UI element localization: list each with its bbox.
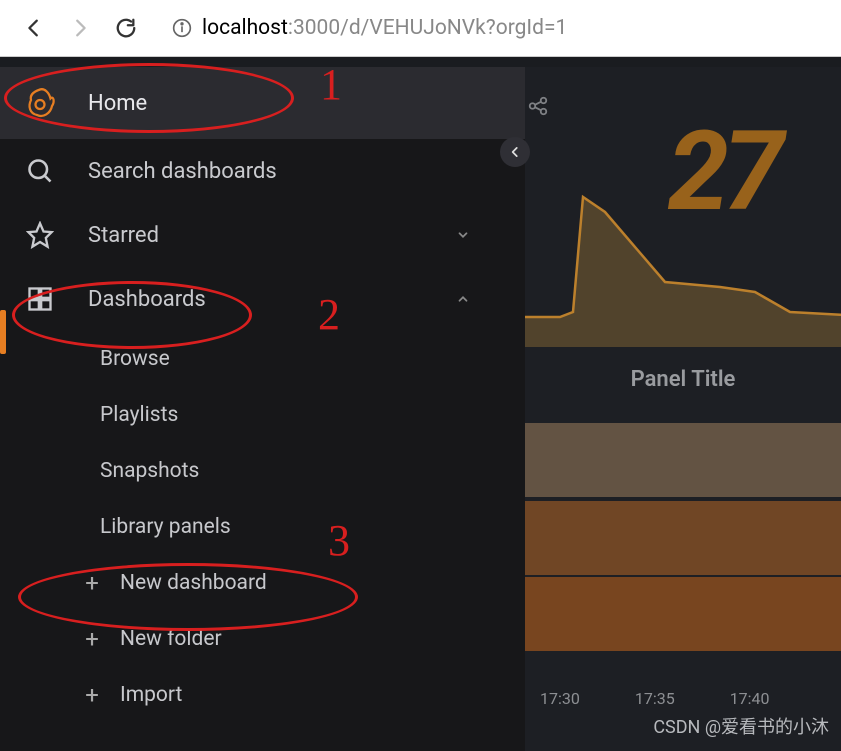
time-axis: 17:30 17:35 17:40 [525, 689, 841, 708]
share-icon[interactable] [527, 95, 549, 117]
url-text: localhost:3000/d/VEHUJoNVk?orgId=1 [202, 16, 567, 40]
sidebar-item-label: Dashboards [88, 287, 206, 312]
dashboards-icon [22, 285, 58, 313]
sidebar-item-label: Search dashboards [88, 159, 277, 184]
sidebar-item-label: Starred [88, 223, 159, 248]
chevron-down-icon [456, 228, 470, 242]
browser-toolbar: localhost:3000/d/VEHUJoNVk?orgId=1 [0, 0, 841, 57]
star-icon [22, 221, 58, 249]
sidebar-subitem-library-panels[interactable]: Library panels [0, 499, 525, 555]
watermark: CSDN @爱看书的小沐 [653, 713, 829, 739]
reload-button[interactable] [112, 14, 140, 42]
sidebar-item-label: New dashboard [120, 571, 267, 595]
sparkline-chart [525, 172, 841, 347]
workspace: 27 Panel Title 17:30 17:35 17:40 [0, 57, 841, 751]
sidebar-item-label: Browse [100, 347, 170, 371]
sidebar-item-starred[interactable]: Starred [0, 203, 525, 267]
heat-row-1 [525, 423, 841, 497]
sidebar-subitem-browse[interactable]: Browse [0, 331, 525, 387]
sidebar-item-home[interactable]: Home [0, 67, 525, 139]
time-tick: 17:35 [635, 689, 675, 708]
sidebar-item-label: Snapshots [100, 459, 199, 483]
heat-row-3 [525, 577, 841, 651]
sidebar-subitem-new-dashboard[interactable]: + New dashboard [0, 555, 525, 611]
search-icon [22, 157, 58, 185]
url-bar[interactable]: localhost:3000/d/VEHUJoNVk?orgId=1 [158, 10, 821, 46]
forward-button[interactable] [66, 14, 94, 42]
chevron-up-icon [456, 292, 470, 306]
back-button[interactable] [20, 14, 48, 42]
sidebar-subitem-new-folder[interactable]: + New folder [0, 611, 525, 667]
plus-icon: + [82, 681, 102, 709]
grafana-logo-icon [22, 85, 58, 121]
sidebar-item-dashboards[interactable]: Dashboards [0, 267, 525, 331]
sidebar-item-label: Library panels [100, 515, 231, 539]
heat-row-2 [525, 501, 841, 575]
site-info-icon[interactable] [172, 18, 192, 38]
sidebar-item-label: New folder [120, 627, 222, 651]
sidebar-subitem-snapshots[interactable]: Snapshots [0, 443, 525, 499]
active-indicator [0, 310, 6, 354]
sidebar-subitem-import[interactable]: + Import [0, 667, 525, 723]
main-panel-area: 27 Panel Title 17:30 17:35 17:40 [525, 67, 841, 751]
plus-icon: + [82, 625, 102, 653]
panel-title: Panel Title [525, 367, 841, 392]
sidebar: Home Search dashboards Starred Dashboard… [0, 67, 525, 751]
sidebar-item-label: Import [120, 683, 182, 707]
collapse-sidebar-button[interactable] [500, 137, 530, 167]
sidebar-item-search[interactable]: Search dashboards [0, 139, 525, 203]
time-tick: 17:30 [540, 689, 580, 708]
sidebar-item-label: Playlists [100, 403, 178, 427]
sidebar-item-label: Home [88, 91, 147, 116]
plus-icon: + [82, 569, 102, 597]
sidebar-subitem-playlists[interactable]: Playlists [0, 387, 525, 443]
time-tick: 17:40 [730, 689, 770, 708]
